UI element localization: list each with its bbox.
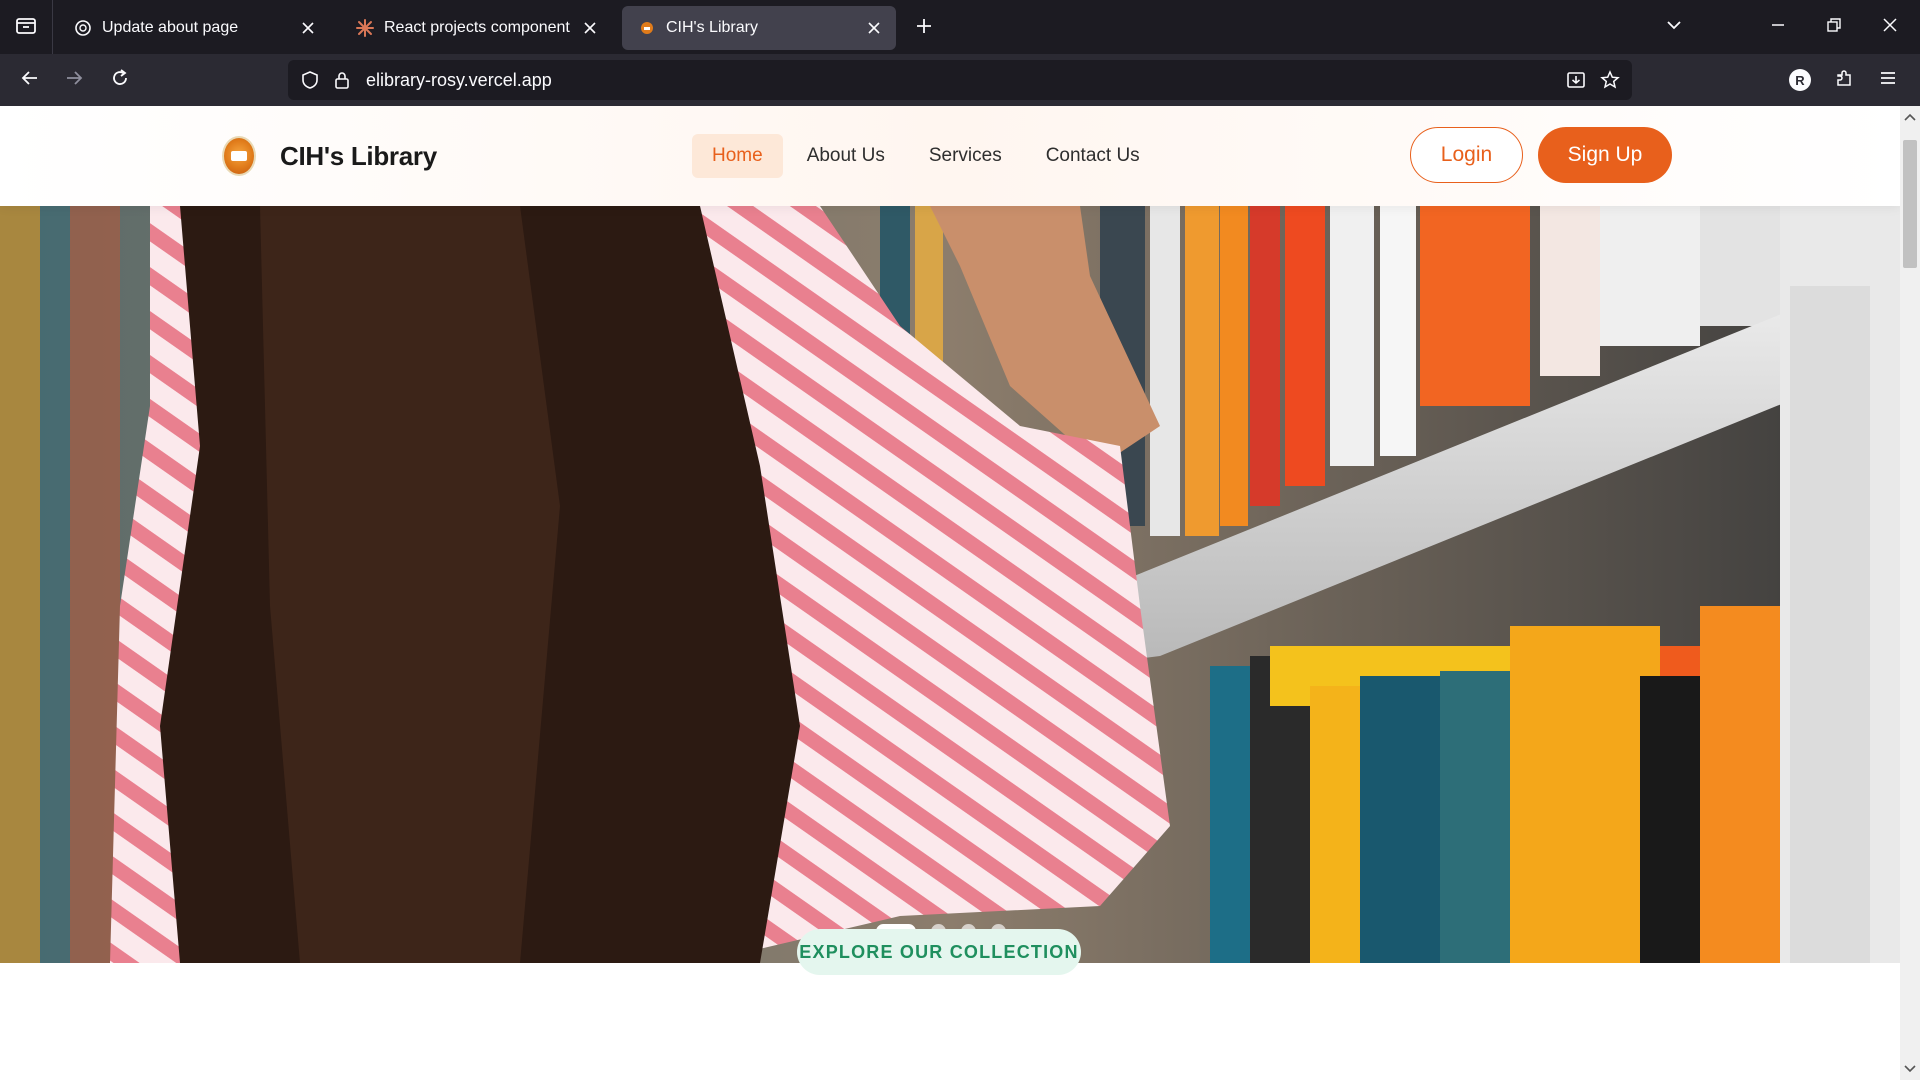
lock-icon[interactable] xyxy=(330,68,354,92)
signup-button[interactable]: Sign Up xyxy=(1538,127,1672,183)
reload-button[interactable] xyxy=(102,62,138,98)
scrollbar-thumb[interactable] xyxy=(1903,140,1917,268)
account-avatar: R xyxy=(1789,69,1811,91)
library-favicon xyxy=(638,19,656,37)
explore-collection-badge: EXPLORE OUR COLLECTION xyxy=(797,929,1081,975)
site-header: CIH's Library Home About Us Services Con… xyxy=(0,106,1900,206)
hamburger-menu-icon xyxy=(1879,69,1897,92)
openai-icon xyxy=(74,19,92,37)
tab-list-button[interactable] xyxy=(0,0,53,54)
close-tab-icon[interactable] xyxy=(574,12,606,44)
tab-title: Update about page xyxy=(102,19,239,36)
tracking-protection-shield-icon[interactable] xyxy=(298,68,322,92)
arrow-right-icon xyxy=(64,68,84,93)
tab-react-projects[interactable]: React projects component with xyxy=(340,6,612,50)
minimize-icon xyxy=(1770,17,1786,38)
nav-link-home[interactable]: Home xyxy=(692,134,783,178)
close-tab-icon[interactable] xyxy=(292,12,324,44)
brand-link[interactable]: CIH's Library xyxy=(222,136,437,176)
hero-slide-image xyxy=(0,206,1900,963)
restore-icon xyxy=(1826,17,1842,38)
nav-link-contact-us[interactable]: Contact Us xyxy=(1026,134,1160,178)
library-logo-icon xyxy=(222,136,256,176)
scroll-up-arrow-icon[interactable] xyxy=(1900,108,1920,126)
extensions-button[interactable] xyxy=(1826,62,1862,98)
list-all-tabs-button[interactable] xyxy=(1656,10,1692,44)
tab-list-icon xyxy=(15,14,37,41)
arrow-left-icon xyxy=(20,68,40,93)
nav-link-services[interactable]: Services xyxy=(909,134,1022,178)
browser-navigation-bar: elibrary-rosy.vercel.app R xyxy=(0,54,1920,106)
main-navigation: Home About Us Services Contact Us xyxy=(692,134,1164,178)
close-tab-icon[interactable] xyxy=(858,12,890,44)
tab-update-about-page[interactable]: Update about page xyxy=(58,6,330,50)
forward-button[interactable] xyxy=(56,62,92,98)
reload-icon xyxy=(110,68,130,93)
back-button[interactable] xyxy=(12,62,48,98)
new-tab-button[interactable] xyxy=(908,12,940,44)
nav-link-about-us[interactable]: About Us xyxy=(787,134,905,178)
browser-tab-bar: Update about page React projects compone… xyxy=(0,0,1920,54)
account-button[interactable]: R xyxy=(1782,62,1818,98)
install-app-icon[interactable] xyxy=(1564,68,1588,92)
puzzle-piece-icon xyxy=(1834,68,1854,93)
close-window-button[interactable] xyxy=(1872,10,1908,44)
url-text: elibrary-rosy.vercel.app xyxy=(366,70,552,90)
chevron-down-icon xyxy=(1665,16,1683,39)
bookmark-star-icon[interactable] xyxy=(1598,68,1622,92)
minimize-button[interactable] xyxy=(1760,10,1796,44)
page-scrollbar[interactable] xyxy=(1900,106,1920,1080)
page-viewport: CIH's Library Home About Us Services Con… xyxy=(0,106,1900,1080)
claude-icon xyxy=(356,19,374,37)
brand-name: CIH's Library xyxy=(280,140,437,171)
restore-button[interactable] xyxy=(1816,10,1852,44)
close-icon xyxy=(1882,17,1898,38)
hero-carousel xyxy=(0,206,1900,963)
tab-title: React projects component with xyxy=(384,19,574,36)
plus-icon xyxy=(915,17,933,40)
avatar-initial: R xyxy=(1795,72,1805,88)
app-menu-button[interactable] xyxy=(1870,62,1906,98)
login-button[interactable]: Login xyxy=(1410,127,1523,183)
tab-title: CIH's Library xyxy=(666,19,758,36)
tab-cih-library[interactable]: CIH's Library xyxy=(622,6,896,50)
scroll-down-arrow-icon[interactable] xyxy=(1900,1060,1920,1078)
address-bar[interactable]: elibrary-rosy.vercel.app xyxy=(288,60,1632,100)
